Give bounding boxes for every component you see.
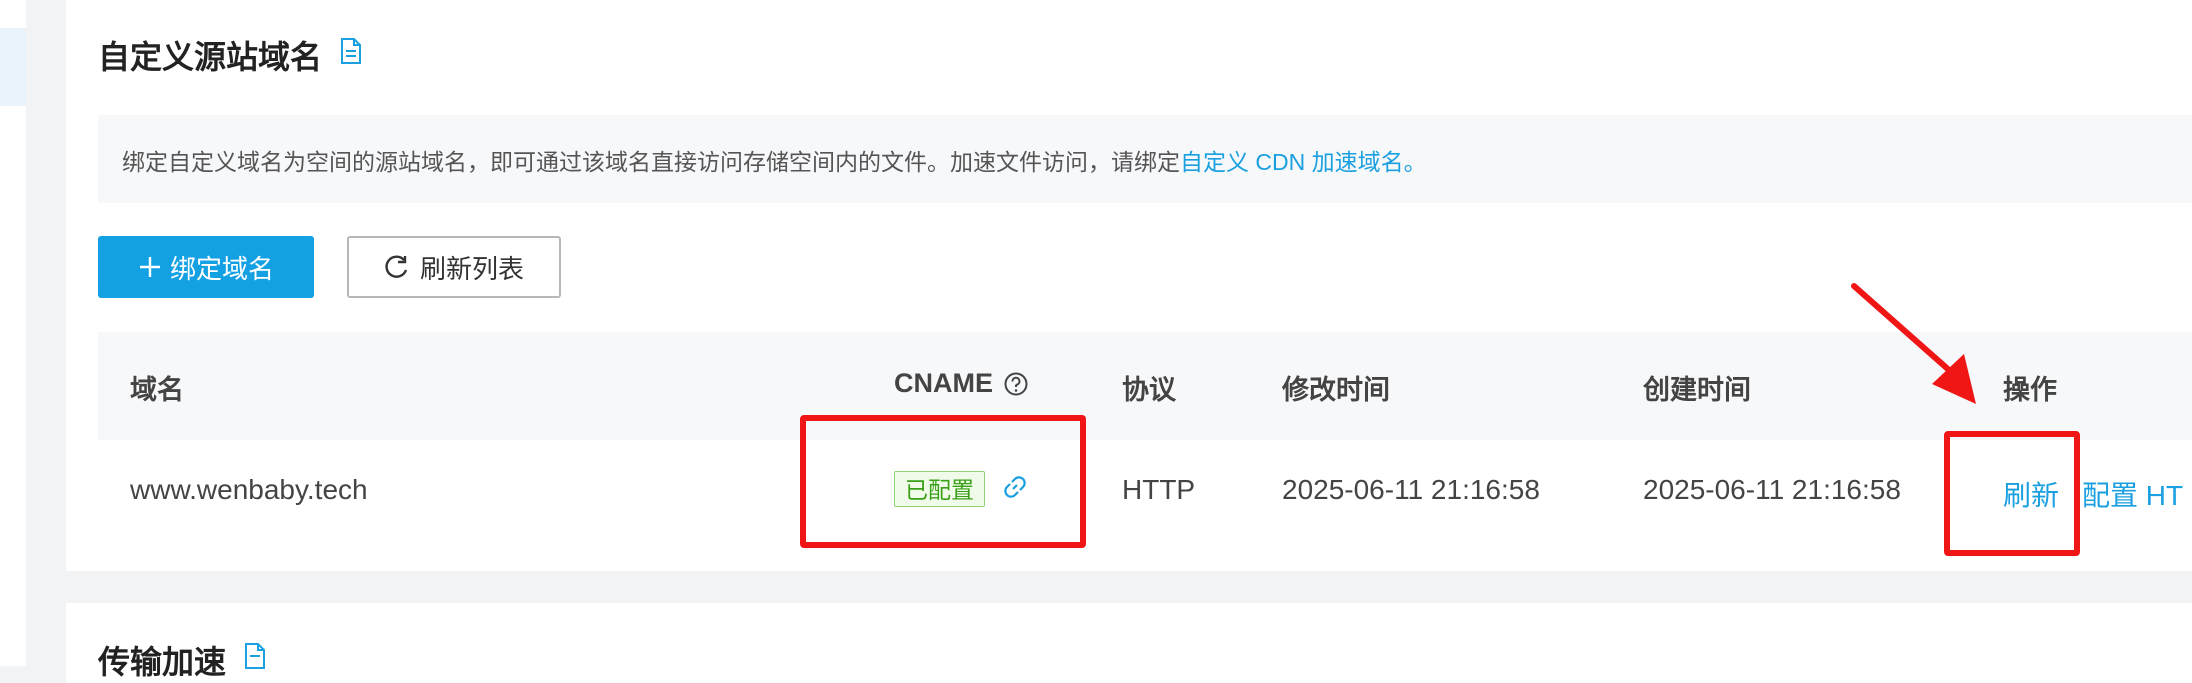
refresh-list-label: 刷新列表 xyxy=(419,253,524,284)
bind-domain-label: 绑定域名 xyxy=(169,253,274,284)
table-row: www.wenbaby.tech 已配置 HTTP 2025-06-11 21:… xyxy=(98,440,2192,540)
column-header-domain: 域名 xyxy=(130,375,184,405)
annotation-box-refresh xyxy=(1944,431,2080,556)
bind-domain-button[interactable]: 绑定域名 xyxy=(98,236,314,298)
info-notice: 绑定自定义域名为空间的源站域名，即可通过该域名直接访问存储空间内的文件。加速文件… xyxy=(98,115,2192,203)
annotation-arrow-icon xyxy=(1851,283,1976,404)
document-icon[interactable] xyxy=(244,643,266,669)
document-icon[interactable] xyxy=(340,38,362,64)
refresh-icon xyxy=(385,255,408,278)
refresh-list-button[interactable]: 刷新列表 xyxy=(347,236,561,298)
cell-domain: www.wenbaby.tech xyxy=(130,474,368,505)
cell-protocol: HTTP xyxy=(1122,474,1196,505)
column-header-cname: CNAME xyxy=(894,368,1029,399)
cell-modified-time: 2025-06-11 21:16:58 xyxy=(1282,474,1540,505)
configure-https-link[interactable]: 配置 HT xyxy=(2082,474,2183,514)
column-header-modified: 修改时间 xyxy=(1282,375,1390,405)
column-header-created: 创建时间 xyxy=(1643,375,1751,405)
cell-created-time: 2025-06-11 21:16:58 xyxy=(1643,474,1901,505)
annotation-box-cname xyxy=(800,415,1086,548)
section-title-custom-domain: 自定义源站域名 xyxy=(98,39,323,75)
transfer-accel-card xyxy=(66,603,2192,683)
section-title-transfer-accel: 传输加速 xyxy=(98,644,227,680)
cdn-domain-link[interactable]: 自定义 CDN 加速域名。 xyxy=(1180,149,1427,175)
sidebar-active-item[interactable] xyxy=(0,28,26,106)
column-header-actions: 操作 xyxy=(2003,375,2057,405)
help-circle-icon[interactable] xyxy=(1003,371,1029,397)
notice-text: 绑定自定义域名为空间的源站域名，即可通过该域名直接访问存储空间内的文件。加速文件… xyxy=(122,149,1180,175)
column-header-protocol: 协议 xyxy=(1122,375,1176,405)
plus-icon xyxy=(139,257,160,277)
